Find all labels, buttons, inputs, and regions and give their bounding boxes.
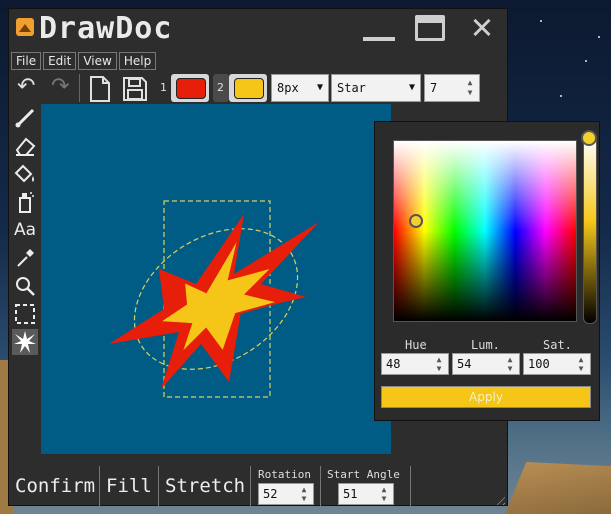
color-field-handle[interactable] — [409, 214, 423, 228]
close-button[interactable]: ✕ — [464, 7, 500, 47]
sat-stepper[interactable]: 100 ▲ ▼ — [523, 353, 591, 375]
divider — [410, 466, 411, 506]
toolbar-divider — [79, 74, 80, 102]
rotation-label: Rotation — [258, 468, 311, 481]
divider — [99, 466, 100, 506]
minimize-icon — [363, 37, 395, 41]
start-angle-stepper[interactable]: 51 ▲ ▼ — [338, 483, 394, 505]
start-angle-value: 51 — [343, 487, 358, 501]
primary-color-button[interactable] — [171, 74, 209, 102]
hue-value: 48 — [386, 357, 401, 371]
maximize-button[interactable] — [413, 13, 449, 45]
bottom-bar: Confirm Fill Stretch Rotation 52 ▲ ▼ Star… — [9, 464, 507, 507]
stepper-arrows[interactable]: ▲ ▼ — [297, 485, 311, 503]
new-document-icon[interactable] — [89, 76, 111, 102]
spray-icon[interactable] — [12, 189, 38, 215]
shape-select[interactable]: Star ▼ — [331, 74, 421, 102]
fill-bucket-icon[interactable] — [12, 161, 38, 187]
title-bar[interactable]: DrawDoc ✕ — [9, 7, 507, 49]
zoom-icon[interactable] — [12, 273, 38, 299]
select-icon[interactable] — [12, 301, 38, 327]
background-star — [540, 20, 542, 22]
luminance-slider-handle[interactable] — [581, 130, 597, 146]
text-icon[interactable]: Aa — [12, 217, 38, 243]
stepper-arrows[interactable]: ▲ ▼ — [574, 355, 588, 373]
start-angle-label: Start Angle — [327, 468, 400, 481]
rotation-stepper[interactable]: 52 ▲ ▼ — [258, 483, 314, 505]
apply-button[interactable]: Apply — [381, 386, 591, 408]
secondary-color-swatch — [234, 78, 264, 99]
stretch-button[interactable]: Stretch — [165, 470, 245, 502]
points-value: 7 — [430, 81, 438, 95]
menu-edit[interactable]: Edit — [43, 52, 77, 70]
brush-icon[interactable] — [12, 105, 38, 131]
maximize-icon — [415, 15, 445, 41]
menu-help[interactable]: Help — [118, 52, 157, 70]
lum-stepper[interactable]: 54 ▲ ▼ — [452, 353, 520, 375]
app-image-icon — [16, 18, 34, 36]
brush-size-value: 8px — [277, 81, 299, 95]
canvas-drawing — [109, 200, 319, 398]
toolbar: ↶ ↷ 1 2 8px ▼ Star ▼ 7 ▲ ▼ — [9, 72, 507, 104]
eraser-icon[interactable] — [12, 133, 38, 159]
app-title: DrawDoc — [39, 11, 173, 46]
background-sand-right — [505, 462, 611, 514]
color-picker-panel: Hue Lum. Sat. 48 ▲ ▼ 54 ▲ ▼ 100 ▲ ▼ Apply — [374, 121, 600, 421]
redo-icon[interactable]: ↷ — [51, 74, 69, 99]
confirm-button[interactable]: Confirm — [15, 470, 95, 502]
color-gradient-field[interactable] — [393, 140, 577, 322]
primary-color-swatch — [176, 78, 206, 99]
divider — [158, 466, 159, 506]
shape-value: Star — [337, 81, 366, 95]
divider — [320, 466, 321, 506]
color2-index-box: 2 — [213, 74, 229, 102]
divider — [250, 466, 251, 506]
minimize-button[interactable] — [361, 13, 397, 45]
secondary-color-button[interactable] — [229, 74, 267, 102]
brush-size-select[interactable]: 8px ▼ — [271, 74, 329, 102]
drawing-canvas[interactable] — [41, 104, 391, 454]
lum-value: 54 — [457, 357, 472, 371]
rotation-value: 52 — [263, 487, 278, 501]
chevron-down-icon: ▼ — [408, 82, 415, 93]
sat-label: Sat. — [543, 338, 572, 352]
background-star — [598, 36, 600, 38]
lum-label: Lum. — [471, 338, 500, 352]
resize-grip-icon[interactable] — [493, 493, 505, 505]
sat-value: 100 — [528, 357, 550, 371]
color1-index: 1 — [160, 81, 167, 94]
stepper-arrows[interactable]: ▲ ▼ — [503, 355, 517, 373]
menu-file[interactable]: File — [11, 52, 42, 70]
hue-label: Hue — [405, 338, 427, 352]
eyedropper-icon[interactable] — [12, 245, 38, 271]
background-star — [560, 95, 562, 97]
close-icon: ✕ — [471, 6, 493, 47]
star-shape[interactable] — [109, 214, 319, 389]
stepper-arrows[interactable]: ▲ ▼ — [377, 485, 391, 503]
stepper-arrows[interactable]: ▲ ▼ — [463, 78, 477, 98]
color2-index: 2 — [217, 81, 224, 94]
luminance-slider[interactable] — [583, 136, 597, 324]
points-stepper[interactable]: 7 ▲ ▼ — [424, 74, 480, 102]
menu-bar: File Edit View Help — [11, 52, 157, 70]
hue-stepper[interactable]: 48 ▲ ▼ — [381, 353, 449, 375]
background-star — [585, 60, 587, 62]
undo-icon[interactable]: ↶ — [17, 74, 35, 99]
save-icon[interactable] — [122, 76, 148, 102]
tool-palette: Aa — [9, 105, 41, 465]
star-tool-icon[interactable] — [12, 329, 38, 355]
fill-button[interactable]: Fill — [106, 470, 152, 502]
stepper-arrows[interactable]: ▲ ▼ — [432, 355, 446, 373]
menu-view[interactable]: View — [78, 52, 117, 70]
chevron-down-icon: ▼ — [316, 82, 323, 93]
